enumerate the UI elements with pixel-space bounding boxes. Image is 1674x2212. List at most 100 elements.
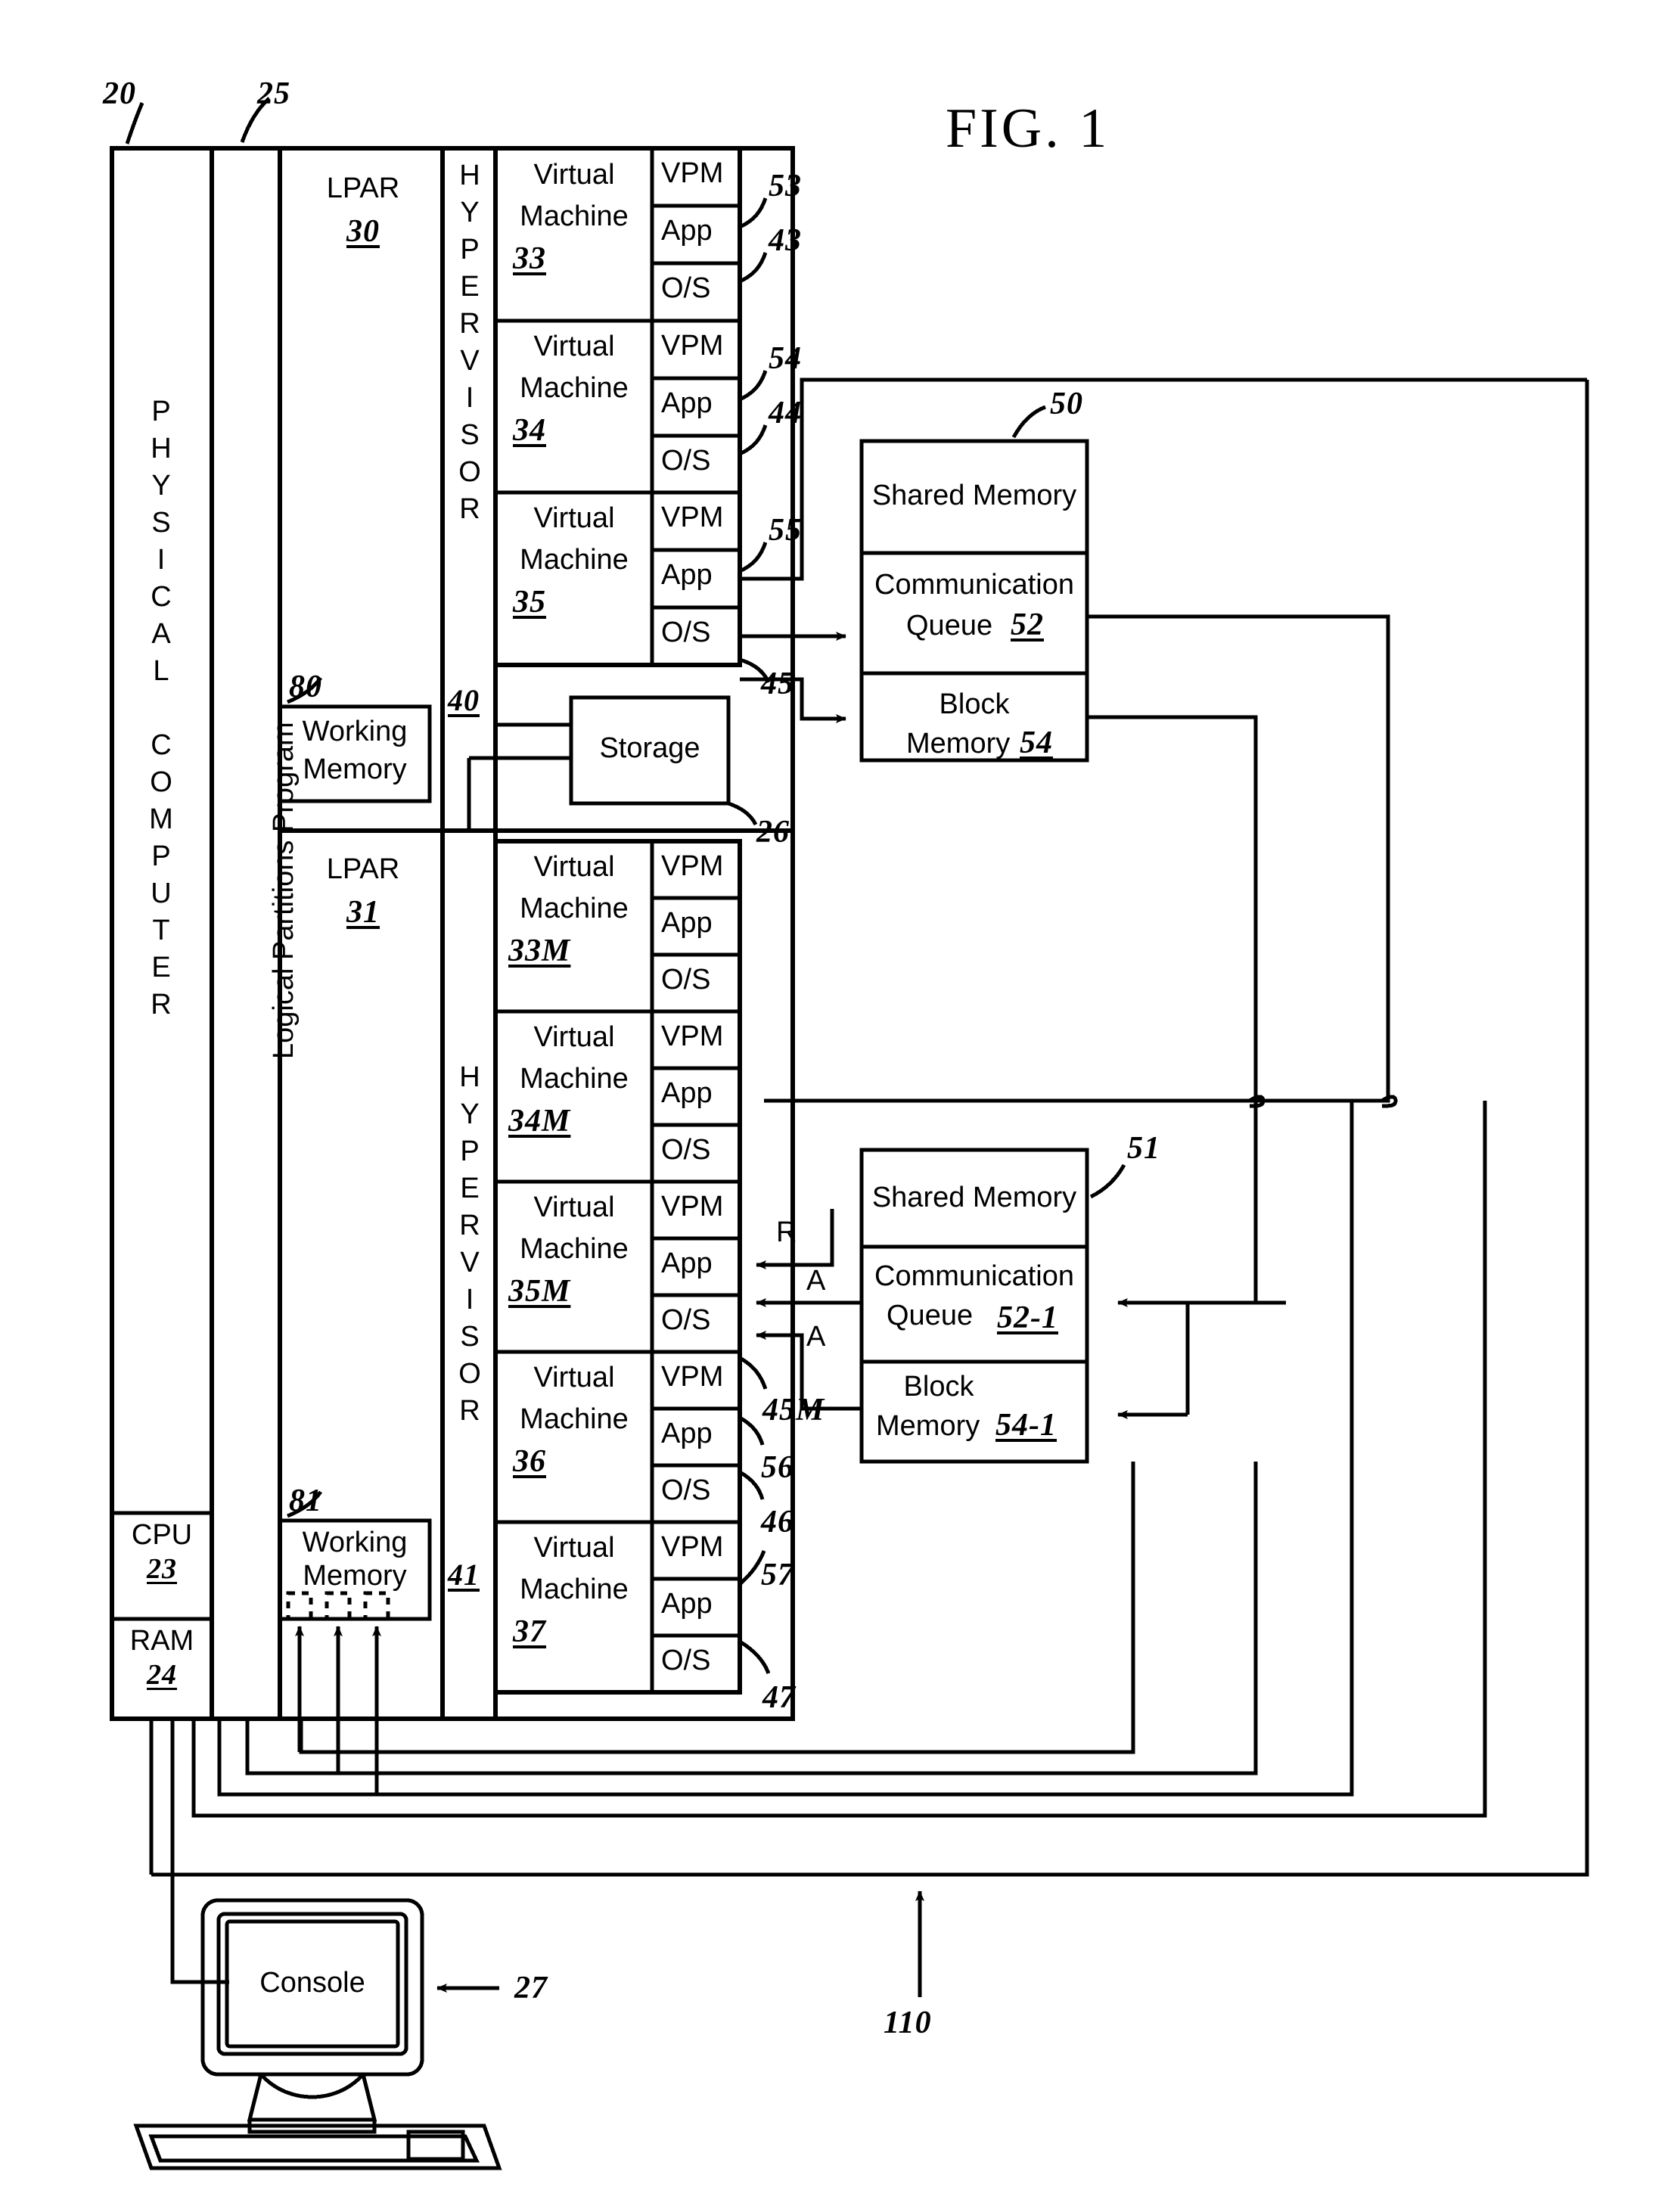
vm-34m-name-line1: Virtual: [533, 1021, 615, 1053]
hypervisor-41-label: H Y P E R V I S O R: [445, 1059, 495, 1430]
shared-memory-51-title: Shared Memory: [871, 1182, 1077, 1213]
vm-37-name-line1: Virtual: [533, 1532, 615, 1564]
hv-letter: H: [459, 160, 480, 191]
cpu-label: CPU: [131, 1519, 193, 1551]
ref-51-shared-memory: 51: [1127, 1131, 1160, 1166]
figure-title: FIG. 1: [946, 98, 1110, 160]
vm-33m-app: App: [661, 907, 713, 939]
vm-34-name-line2: Machine: [520, 372, 629, 404]
comm-queue-52-1-line2: Queue: [887, 1300, 974, 1331]
ref-54-block-memory: 54: [1020, 725, 1053, 760]
ref-41-hypervisor: 41: [448, 1558, 480, 1592]
vm-35-app: App: [661, 559, 713, 591]
vm-34m-os: O/S: [661, 1134, 711, 1166]
figure-linework: [110, 97, 1589, 2170]
vm-36-name-line2: Machine: [520, 1403, 629, 1435]
ref-45-os: 45: [761, 666, 794, 701]
hv-letter: R: [459, 1395, 480, 1427]
ref-50-shared-memory: 50: [1050, 387, 1083, 421]
hv-letter: V: [460, 1247, 480, 1278]
vm-36-os: O/S: [661, 1474, 711, 1506]
ref-44-os: 44: [769, 396, 802, 430]
ref-23-cpu: 23: [147, 1553, 177, 1585]
hv-letter: P: [460, 234, 480, 266]
ref-25-lpar-program: 25: [257, 76, 290, 111]
ref-52-comm-queue: 52: [1011, 607, 1044, 642]
pc-letter: P: [151, 396, 171, 427]
ref-43-os: 43: [769, 223, 802, 258]
hv-letter: O: [458, 456, 481, 488]
ref-34m-vm: 34M: [508, 1104, 571, 1139]
pc-letter: U: [151, 878, 172, 909]
ref-24-ram: 24: [147, 1659, 177, 1691]
ref-31-lpar: 31: [346, 895, 380, 930]
ref-54-vpm: 54: [769, 341, 802, 376]
pc-letter: O: [150, 766, 172, 798]
ref-33m-vm: 33M: [508, 934, 571, 968]
ref-34-vm: 34: [513, 413, 546, 448]
ref-30-lpar: 30: [346, 214, 380, 249]
block-memory-54-1-line1: Block: [903, 1371, 974, 1403]
pc-letter: E: [151, 952, 171, 983]
vm-36-app: App: [661, 1418, 713, 1449]
vm-34m-app: App: [661, 1077, 713, 1109]
vm-35-name-line2: Machine: [520, 544, 629, 576]
hv-letter: V: [460, 345, 480, 377]
vm-35-name-line1: Virtual: [533, 502, 615, 534]
ref-55-vpm: 55: [769, 513, 802, 548]
console-label: Console: [259, 1967, 365, 1999]
vm-37-vpm: VPM: [661, 1531, 724, 1563]
ref-80-working-memory: 80: [289, 670, 322, 704]
pc-letter: Y: [151, 470, 171, 502]
vm-33-vpm: VPM: [661, 157, 724, 189]
vm-35m-name-line2: Machine: [520, 1233, 629, 1265]
pc-letter: I: [157, 544, 166, 576]
ref-53-vpm: 53: [769, 169, 802, 203]
vm-34m-name-line2: Machine: [520, 1063, 629, 1095]
arrow-label-a-1: A: [806, 1265, 826, 1297]
working-memory-81-line2: Memory: [303, 1560, 407, 1592]
vm-33-name-line1: Virtual: [533, 159, 615, 191]
ref-27-console: 27: [514, 1971, 548, 2005]
pc-letter: L: [153, 655, 169, 687]
vm-34-os: O/S: [661, 445, 711, 477]
vm-35m-name-line1: Virtual: [533, 1191, 615, 1223]
vm-37-app: App: [661, 1588, 713, 1620]
pc-letter: C: [151, 729, 172, 761]
arrow-label-a-2: A: [806, 1321, 826, 1353]
vm-35-vpm: VPM: [661, 502, 724, 533]
pc-letter: T: [152, 915, 170, 946]
pc-letter: R: [151, 989, 172, 1021]
vm-33m-name-line1: Virtual: [533, 851, 615, 883]
ref-45m-os: 45M: [762, 1393, 825, 1428]
ref-57-vpm: 57: [761, 1558, 794, 1592]
vm-33m-os: O/S: [661, 964, 711, 996]
hv-letter: Y: [460, 197, 480, 228]
hv-letter: R: [459, 1210, 480, 1241]
shared-memory-50-title: Shared Memory: [871, 480, 1077, 511]
hv-letter: P: [460, 1136, 480, 1167]
vm-35m-app: App: [661, 1247, 713, 1279]
pc-letter: H: [151, 433, 172, 464]
vm-33m-vpm: VPM: [661, 850, 724, 882]
vm-34-app: App: [661, 387, 713, 419]
lpar-31-label: LPAR: [326, 853, 400, 885]
hv-letter: S: [460, 419, 480, 451]
ref-56-vpm: 56: [761, 1450, 794, 1485]
patent-figure-page: FIG. 1 20 25 P H Y S I C A L C O M P U T…: [0, 0, 1674, 2212]
comm-queue-52-line1: Communication: [874, 569, 1074, 601]
working-memory-80-line2: Memory: [303, 753, 407, 785]
hv-letter: O: [458, 1358, 481, 1390]
ref-40-hypervisor: 40: [448, 683, 480, 717]
ref-35-vm: 35: [513, 585, 546, 620]
vm-33-app: App: [661, 215, 713, 247]
ref-20-physical-computer: 20: [103, 76, 136, 111]
lpar-30-label: LPAR: [326, 172, 400, 204]
comm-queue-52-line2: Queue: [906, 610, 993, 642]
hv-letter: S: [460, 1321, 480, 1353]
hv-letter: E: [460, 1173, 480, 1204]
block-memory-54-line2: Memory: [906, 728, 1011, 760]
hv-letter: R: [459, 493, 480, 525]
pc-letter: P: [151, 840, 171, 872]
vm-36-vpm: VPM: [661, 1361, 724, 1393]
